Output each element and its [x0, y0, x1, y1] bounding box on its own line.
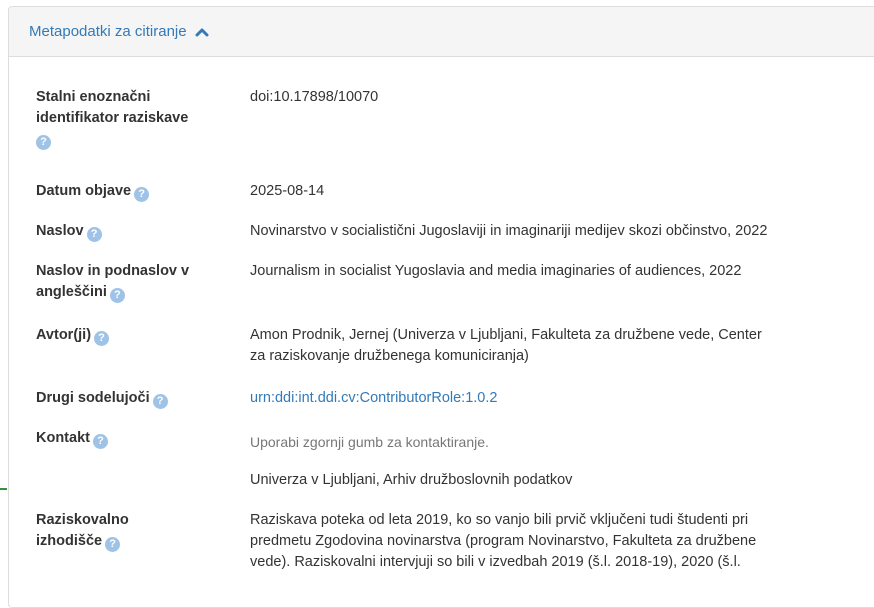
- value-title: Novinarstvo v socialistični Jugoslaviji …: [250, 223, 768, 239]
- label-research-background: Raziskovalno izhodišče?: [36, 510, 236, 552]
- value-contributors: urn:ddi:int.ddi.cv:ContributorRole:1.0.2: [250, 388, 874, 409]
- value-line3: vede). Raziskovalni intervjuji so bili v…: [250, 554, 741, 570]
- label-contributors: Drugi sodelujoči?: [36, 388, 236, 409]
- help-icon[interactable]: ?: [109, 288, 125, 303]
- help-icon[interactable]: ?: [36, 135, 51, 150]
- help-icon[interactable]: ?: [92, 434, 108, 449]
- panel-title[interactable]: Metapodatki za citiranje: [29, 23, 187, 40]
- contributor-role-link[interactable]: urn:ddi:int.ddi.cv:ContributorRole:1.0.2: [250, 390, 497, 406]
- value-persistent-identifier: doi:10.17898/10070: [250, 89, 379, 105]
- label-contact: Kontakt?: [36, 428, 236, 449]
- chevron-up-icon[interactable]: [195, 26, 209, 38]
- left-edge-marker: [0, 488, 7, 490]
- help-icon[interactable]: ?: [105, 537, 121, 552]
- label-persistent-identifier: Stalni enoznačni identifikator raziskave…: [36, 87, 236, 150]
- label-publication-date: Datum objave?: [36, 181, 236, 202]
- label-authors: Avtor(ji)?: [36, 325, 236, 346]
- label-text: Datum objave: [36, 183, 132, 199]
- help-icon[interactable]: ?: [152, 394, 168, 409]
- help-icon[interactable]: ?: [134, 187, 150, 202]
- help-icon[interactable]: ?: [94, 331, 110, 346]
- panel-heading-toggle[interactable]: Metapodatki za citiranje: [9, 7, 874, 57]
- label-text-line2: angleščini: [36, 284, 107, 300]
- value-contact-hint: Uporabi zgornji gumb za kontaktiranje.: [250, 432, 874, 454]
- label-text-line1: Stalni enoznačni: [36, 89, 151, 105]
- value-line1: Amon Prodnik, Jernej (Univerza v Ljublja…: [250, 327, 762, 343]
- citation-metadata-panel: Metapodatki za citiranje Stalni enoznačn…: [8, 6, 874, 608]
- label-text: Drugi sodelujoči: [36, 390, 150, 406]
- label-text-line1: Raziskovalno: [36, 512, 129, 528]
- help-icon[interactable]: ?: [86, 227, 102, 242]
- label-text: Naslov: [36, 223, 84, 239]
- label-text-line2: izhodišče: [36, 533, 103, 549]
- value-title-english: Journalism in socialist Yugoslavia and m…: [250, 263, 742, 279]
- value-line2: predmetu Zgodovina novinarstva (program …: [250, 533, 757, 549]
- value-line2: za raziskovanje družbenega komuniciranja…: [250, 348, 529, 364]
- value-contact: Univerza v Ljubljani, Arhiv družboslovni…: [250, 472, 573, 488]
- label-text-line2: identifikator raziskave: [36, 110, 189, 126]
- value-publication-date: 2025-08-14: [250, 183, 325, 199]
- label-text: Avtor(ji): [36, 327, 92, 343]
- value-line1: Raziskava poteka od leta 2019, ko so van…: [250, 512, 749, 528]
- label-title: Naslov?: [36, 221, 236, 242]
- value-authors: Amon Prodnik, Jernej (Univerza v Ljublja…: [250, 325, 874, 367]
- label-text: Kontakt: [36, 430, 90, 446]
- label-title-english: Naslov in podnaslov v angleščini?: [36, 261, 236, 303]
- value-research-background: Raziskava poteka od leta 2019, ko so van…: [250, 510, 874, 573]
- contact-hint: Uporabi zgornji gumb za kontaktiranje.: [250, 434, 489, 450]
- label-text-line1: Naslov in podnaslov v: [36, 263, 190, 279]
